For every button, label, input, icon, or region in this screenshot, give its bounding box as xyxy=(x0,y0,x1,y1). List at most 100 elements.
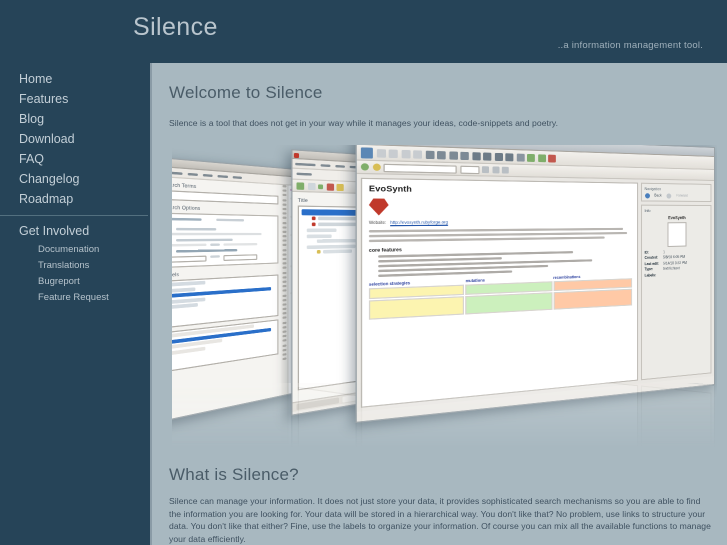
navigation-panel-title: Navigation xyxy=(644,186,662,191)
table-cell xyxy=(465,292,553,315)
what-is-silence-heading: What is Silence? xyxy=(169,465,299,484)
table-col-recombinations: recombinations xyxy=(553,273,633,311)
modified-to-field[interactable] xyxy=(223,253,258,261)
cut-icon[interactable] xyxy=(400,149,410,158)
align-left-icon[interactable] xyxy=(471,151,481,160)
info-panel: Info EvoSynth ID: 1 Created: 5/8/10 6:05… xyxy=(641,204,712,381)
what-is-silence-paragraph: Silence can manage your information. It … xyxy=(169,496,711,544)
sidebar-item-download[interactable]: Download xyxy=(0,129,150,149)
info-doc-name: EvoSynth xyxy=(668,214,686,220)
sidebar-item-faq[interactable]: FAQ xyxy=(0,149,150,169)
table-cell xyxy=(553,288,633,310)
list-item[interactable] xyxy=(172,303,198,310)
info-key: Last edit: xyxy=(644,261,660,266)
copy-icon[interactable] xyxy=(413,149,423,159)
welcome-paragraph: Silence is a tool that does not get in y… xyxy=(169,118,559,128)
website-link[interactable]: http://evosynth.rubyforge.org xyxy=(390,220,448,225)
strikethrough-icon[interactable] xyxy=(460,151,469,160)
sidebar-item-changelog[interactable]: Changelog xyxy=(0,169,150,189)
site-tagline: ..a information management tool. xyxy=(557,40,703,51)
tree-item-notes[interactable] xyxy=(306,228,336,233)
sidebar-divider xyxy=(0,215,148,216)
sidebar-item-translations[interactable]: Translations xyxy=(0,257,150,273)
entry-icon xyxy=(316,250,320,254)
add-icon[interactable] xyxy=(296,181,305,190)
main-content-panel: Welcome to Silence Silence is a tool tha… xyxy=(150,63,727,545)
tree-item-python[interactable] xyxy=(322,249,352,254)
checkbox-modified-between[interactable] xyxy=(176,249,238,253)
edit-icon[interactable] xyxy=(336,183,344,191)
menu-file xyxy=(320,163,331,167)
info-row-id: ID: 1 xyxy=(645,249,709,255)
page-root: Silence ..a information management tool.… xyxy=(0,0,727,545)
underline-icon[interactable] xyxy=(448,150,458,160)
menu-app xyxy=(295,162,316,166)
nav-back-label[interactable]: Back xyxy=(654,193,661,197)
sidebar-item-roadmap[interactable]: Roadmap xyxy=(0,189,150,209)
checkbox-contains[interactable] xyxy=(176,227,217,230)
options-group xyxy=(172,212,279,268)
info-value: 1 xyxy=(663,249,665,254)
align-right-icon[interactable] xyxy=(494,152,503,161)
sidebar-item-bugreport[interactable]: Bugreport xyxy=(0,273,150,289)
highlight-color-icon[interactable] xyxy=(372,163,381,171)
numbered-list-icon[interactable] xyxy=(526,153,535,162)
table-cell xyxy=(368,296,465,320)
site-title: Silence xyxy=(133,13,218,41)
redo-icon[interactable] xyxy=(388,148,398,158)
contains-field[interactable] xyxy=(172,232,262,236)
navigation-panel: Navigation Back Forward xyxy=(641,182,712,202)
align-center-icon[interactable] xyxy=(483,151,492,161)
created-from-field[interactable] xyxy=(172,243,207,247)
sidebar-item-feature-request[interactable]: Feature Request xyxy=(0,289,150,305)
screenshot-editor-window[interactable]: EvoSynth Website: http://evosynth.rubyfo… xyxy=(355,145,715,424)
insert-link-icon[interactable] xyxy=(537,153,546,162)
info-panel-title: Info xyxy=(644,208,651,213)
created-to-field[interactable] xyxy=(223,243,258,246)
checkbox-created-between[interactable] xyxy=(176,238,233,241)
text-color-icon[interactable] xyxy=(360,163,369,171)
info-key: ID: xyxy=(644,249,650,255)
code-line-numbers xyxy=(281,184,289,398)
bold-icon[interactable] xyxy=(425,150,434,159)
primary-nav-list: Home Features Blog Download FAQ Changelo… xyxy=(0,69,150,209)
info-key: Created: xyxy=(644,255,659,260)
sidebar-item-home[interactable]: Home xyxy=(0,69,150,89)
italic-icon[interactable] xyxy=(437,150,446,159)
welcome-heading: Welcome to Silence xyxy=(169,83,323,102)
tree-item-stuff[interactable] xyxy=(306,233,332,238)
menu-view xyxy=(217,174,229,178)
tab-entry[interactable] xyxy=(205,412,223,423)
info-key: Type: xyxy=(644,266,654,272)
forward-icon[interactable] xyxy=(666,192,672,199)
nav-forward-label: Forward xyxy=(676,193,688,198)
results-listbox[interactable] xyxy=(172,318,279,372)
undo-icon[interactable] xyxy=(376,148,386,158)
justify-icon[interactable] xyxy=(505,152,514,161)
save-icon[interactable] xyxy=(360,146,373,159)
search-options-label: Search Options xyxy=(172,203,201,212)
modified-from-field[interactable] xyxy=(172,254,207,263)
table-icon[interactable] xyxy=(501,166,509,174)
font-size-select[interactable] xyxy=(459,165,479,174)
tree-item-programming[interactable] xyxy=(306,244,355,249)
sidebar-item-features[interactable]: Features xyxy=(0,89,150,109)
document-title: EvoSynth xyxy=(368,185,413,195)
sidebar-item-get-involved[interactable]: Get Involved xyxy=(0,221,150,241)
radio-name[interactable] xyxy=(172,217,202,221)
document-body[interactable]: EvoSynth Website: http://evosynth.rubyfo… xyxy=(360,177,639,408)
bullet-list-icon[interactable] xyxy=(516,153,525,162)
sidebar-item-documentation[interactable]: Documenation xyxy=(0,241,150,257)
back-icon[interactable] xyxy=(644,192,650,198)
indent-icon[interactable] xyxy=(481,166,489,174)
modified-and-label xyxy=(210,254,220,258)
remove-icon[interactable] xyxy=(326,182,334,191)
radio-fulltext[interactable] xyxy=(216,218,245,222)
outdent-icon[interactable] xyxy=(491,166,499,174)
list-item[interactable] xyxy=(172,280,205,287)
add-small-icon[interactable] xyxy=(318,183,324,189)
font-family-select[interactable] xyxy=(383,163,457,174)
insert-image-icon[interactable] xyxy=(548,154,556,162)
sidebar-item-blog[interactable]: Blog xyxy=(0,109,150,129)
table-col-selection: selection strategies xyxy=(368,279,465,321)
